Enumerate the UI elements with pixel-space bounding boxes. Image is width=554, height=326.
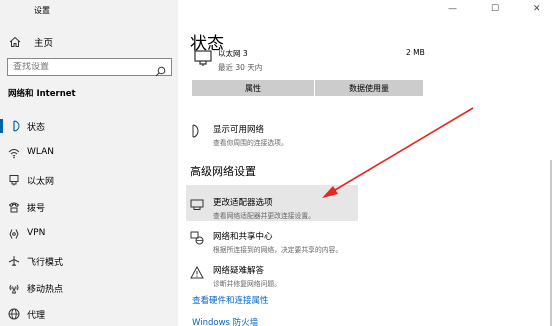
annotation-arrow (322, 107, 474, 198)
